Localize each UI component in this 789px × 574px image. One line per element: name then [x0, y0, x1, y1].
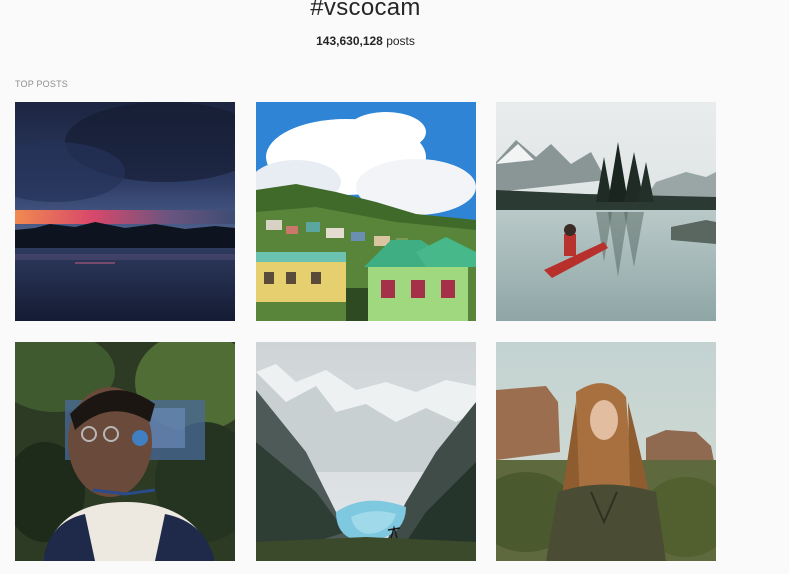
- post-thumbnail-2[interactable]: [256, 102, 476, 321]
- canoe-on-mountain-lake-image: [496, 102, 716, 321]
- double-exposure-portrait-image: [15, 342, 235, 561]
- post-count-number: 143,630,128: [316, 34, 383, 48]
- post-thumbnail-5[interactable]: [256, 342, 476, 561]
- hashtag-page: #vscocam 143,630,128 posts TOP POSTS: [0, 0, 789, 574]
- post-thumbnail-1[interactable]: [15, 102, 235, 321]
- top-posts-heading: TOP POSTS: [15, 79, 68, 89]
- post-count: 143,630,128 posts: [0, 34, 731, 48]
- alpine-valley-lake-image: [256, 342, 476, 561]
- post-thumbnail-3[interactable]: [496, 102, 716, 321]
- post-count-suffix: posts: [382, 34, 415, 48]
- hashtag-title: #vscocam: [310, 0, 421, 21]
- woman-desert-mesa-image: [496, 342, 716, 561]
- sunset-over-lake-image: [15, 102, 235, 321]
- post-thumbnail-4[interactable]: [15, 342, 235, 561]
- post-thumbnail-6[interactable]: [496, 342, 716, 561]
- hillside-village-image: [256, 102, 476, 321]
